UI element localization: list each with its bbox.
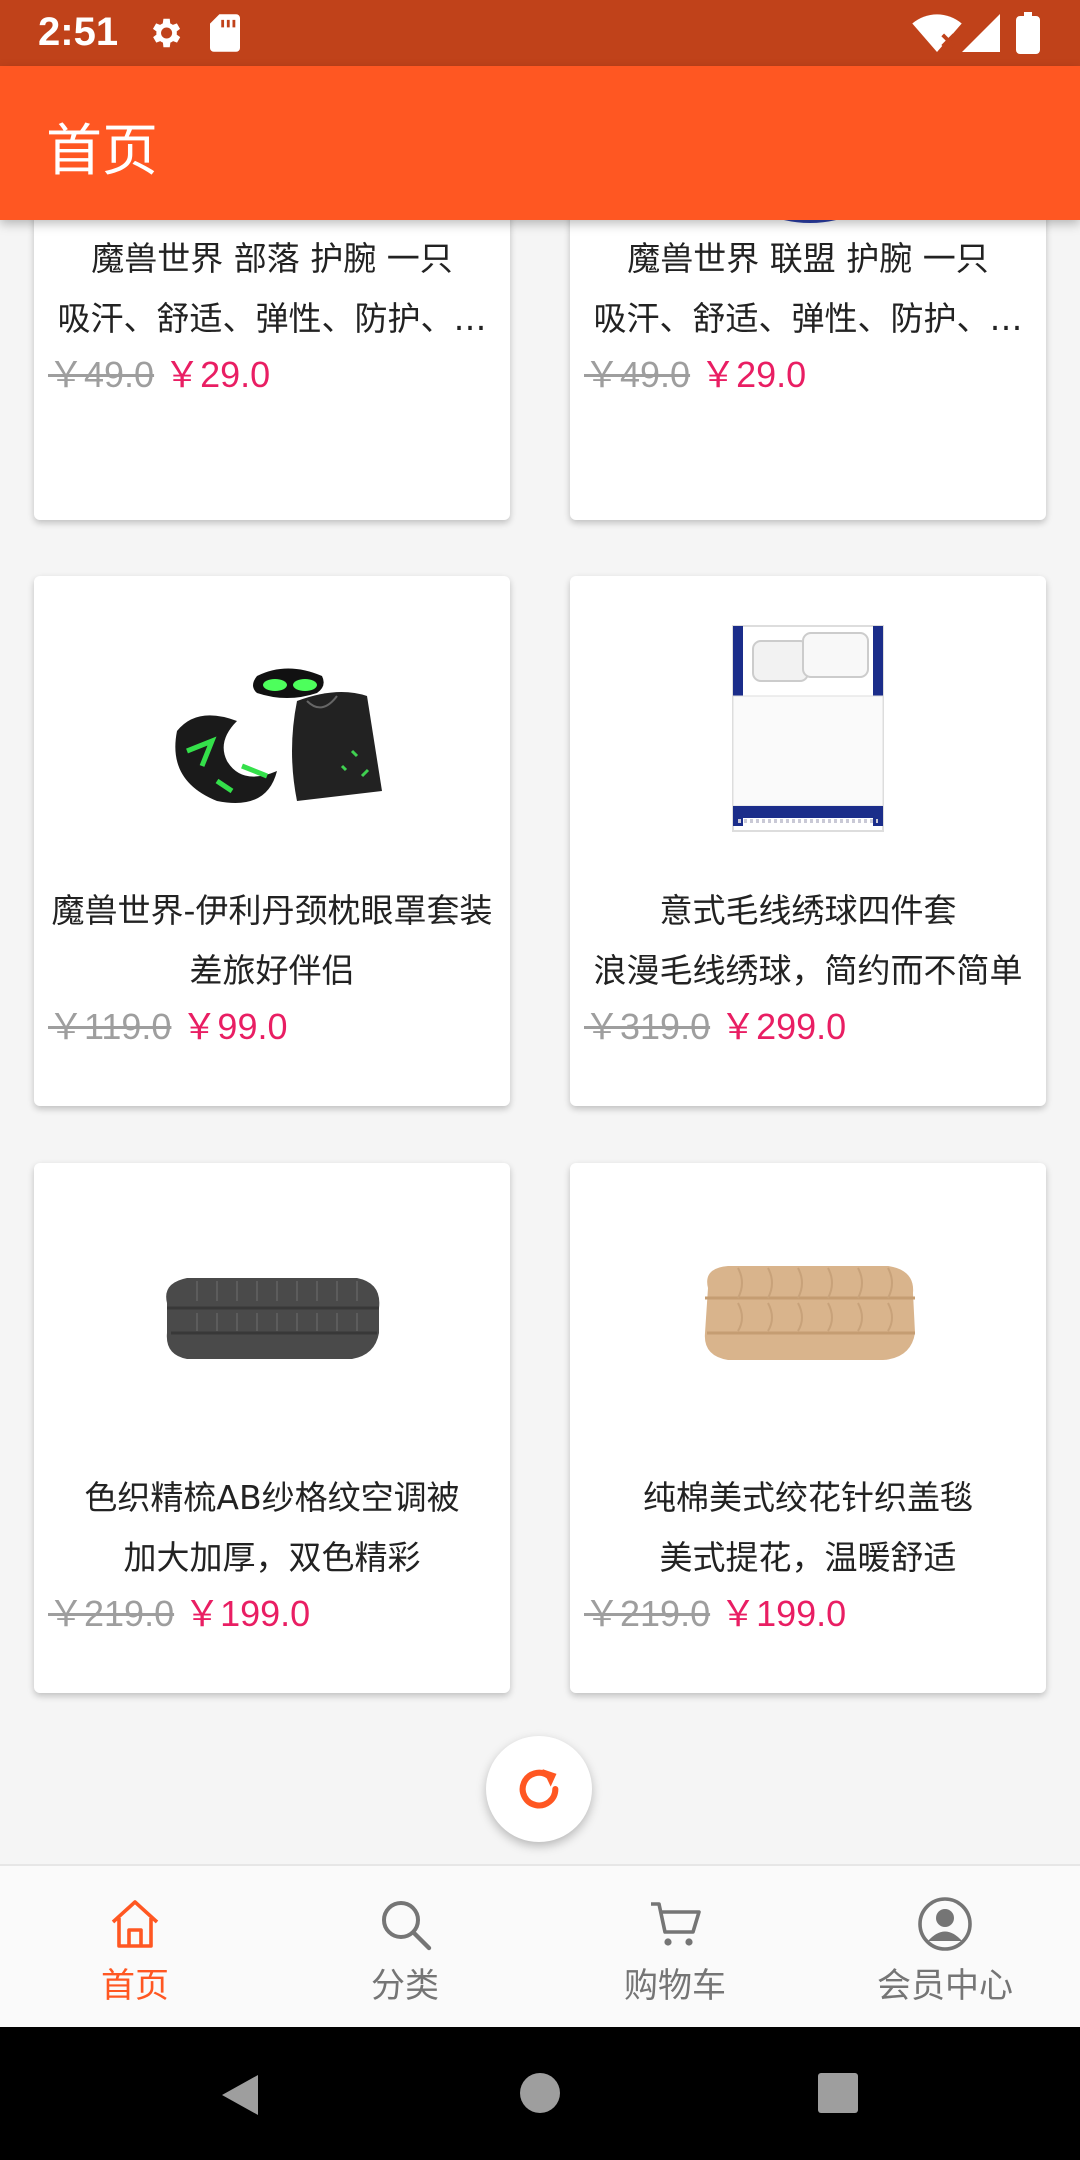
search-icon [382, 1901, 432, 1951]
sale-price: ￥299.0 [720, 1006, 847, 1047]
nav-label: 购物车 [624, 1966, 726, 2006]
product-card[interactable]: 纯棉美式绞花针织盖毯 美式提花，温暖舒适 ￥219.0 ￥199.0 [570, 1163, 1046, 1693]
home-icon [111, 1900, 159, 1948]
product-name: 色织精梳AB纱格纹空调被 [84, 1478, 460, 1517]
nav-item-home[interactable]: 首页 [0, 1866, 270, 2029]
product-name: 纯棉美式绞花针织盖毯 [643, 1478, 973, 1517]
sale-price: ￥29.0 [700, 354, 807, 395]
product-desc: 美式提花，温暖舒适 [659, 1538, 957, 1577]
product-desc: 差旅好伴侣 [189, 951, 355, 990]
price-row: ￥219.0 ￥199.0 [48, 1585, 310, 1637]
price-row: ￥319.0 ￥299.0 [584, 998, 846, 1050]
sale-price: ￥99.0 [181, 1006, 288, 1047]
product-image [570, 576, 1046, 876]
original-price: ￥119.0 [48, 1006, 172, 1047]
wifi-icon [912, 14, 962, 52]
sale-price: ￥29.0 [164, 354, 271, 395]
sale-price: ￥199.0 [184, 1593, 311, 1634]
price-row: ￥119.0 ￥99.0 [48, 998, 288, 1050]
recents-icon[interactable] [818, 2073, 858, 2113]
product-image [570, 1163, 1046, 1463]
refresh-button[interactable] [486, 1736, 592, 1842]
product-name: 意式毛线绣球四件套 [659, 891, 957, 930]
page-title: 首页 [46, 119, 158, 184]
app-bar: 首页 [0, 66, 1080, 220]
account-icon [918, 1897, 972, 1951]
original-price: ￥49.0 [584, 354, 691, 395]
home-circle-icon[interactable] [520, 2073, 560, 2113]
sale-price: ￥199.0 [720, 1593, 847, 1634]
product-card[interactable]: 魔兽世界 部落 护腕 一只 吸汗、舒适、弹性、防护、… ￥49.0 ￥29.0 [34, 220, 510, 520]
nav-label: 首页 [101, 1966, 169, 2006]
nav-label: 会员中心 [877, 1966, 1013, 2006]
original-price: ￥49.0 [48, 354, 155, 395]
settings-icon [152, 18, 181, 48]
bottom-nav: 首页 分类 购物车 会员中心 [0, 1864, 1080, 2029]
nav-item-category[interactable]: 分类 [270, 1866, 540, 2029]
product-name: 魔兽世界-伊利丹颈枕眼罩套装 [51, 891, 493, 930]
original-price: ￥319.0 [584, 1006, 711, 1047]
product-desc: 吸汗、舒适、弹性、防护、… [57, 299, 487, 338]
status-bar: 2:51 [0, 0, 1080, 66]
cart-icon [651, 1902, 701, 1946]
nav-item-member[interactable]: 会员中心 [810, 1866, 1080, 2029]
nav-item-cart[interactable]: 购物车 [540, 1866, 810, 2029]
product-card[interactable]: 魔兽世界 联盟 护腕 一只 吸汗、舒适、弹性、防护、… ￥49.0 ￥29.0 [570, 220, 1046, 520]
back-icon[interactable] [218, 2071, 262, 2119]
product-name: 魔兽世界 部落 护腕 一只 [91, 239, 453, 278]
sd-card-icon [210, 14, 240, 52]
product-card[interactable]: 魔兽世界-伊利丹颈枕眼罩套装 差旅好伴侣 ￥119.0 ￥99.0 [34, 576, 510, 1106]
original-price: ￥219.0 [584, 1593, 711, 1634]
price-row: ￥219.0 ￥199.0 [584, 1585, 846, 1637]
product-desc: 吸汗、舒适、弹性、防护、… [593, 299, 1023, 338]
system-nav-bar [0, 2027, 1080, 2160]
nav-label: 分类 [371, 1966, 439, 2006]
original-price: ￥219.0 [48, 1593, 175, 1634]
product-image [784, 220, 836, 223]
product-desc: 浪漫毛线绣球，简约而不简单 [593, 951, 1023, 990]
price-row: ￥49.0 ￥29.0 [584, 346, 806, 398]
product-desc: 加大加厚，双色精彩 [123, 1538, 421, 1577]
product-grid[interactable]: 魔兽世界 部落 护腕 一只 吸汗、舒适、弹性、防护、… ￥49.0 ￥29.0 魔… [0, 220, 1080, 1864]
product-name: 魔兽世界 联盟 护腕 一只 [627, 239, 989, 278]
product-card[interactable]: 色织精梳AB纱格纹空调被 加大加厚，双色精彩 ￥219.0 ￥199.0 [34, 1163, 510, 1693]
product-card[interactable]: 意式毛线绣球四件套 浪漫毛线绣球，简约而不简单 ￥319.0 ￥299.0 [570, 576, 1046, 1106]
signal-icon [962, 14, 1000, 52]
price-row: ￥49.0 ￥29.0 [48, 346, 270, 398]
battery-icon [1016, 12, 1040, 54]
refresh-icon [519, 1769, 559, 1809]
status-time: 2:51 [38, 10, 119, 54]
product-image [34, 1163, 510, 1463]
product-image [34, 576, 510, 876]
